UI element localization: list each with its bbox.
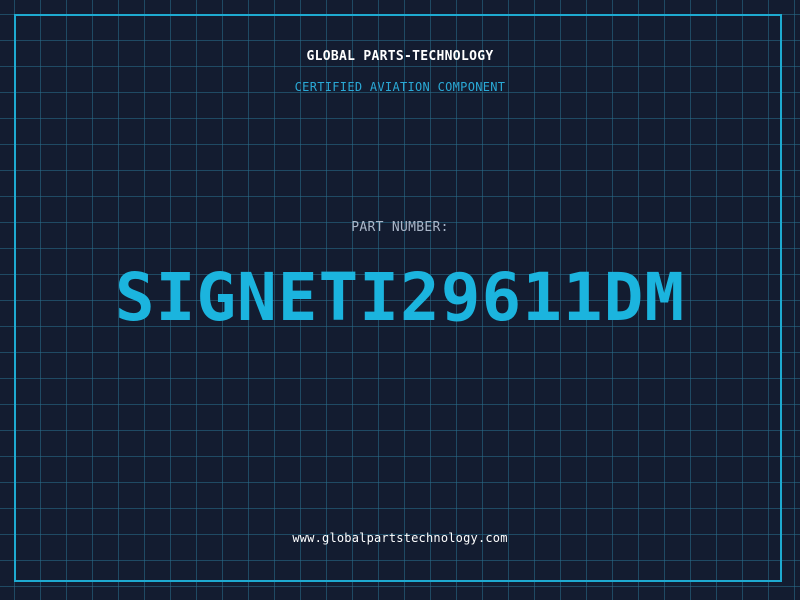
certification-subtitle: CERTIFIED AVIATION COMPONENT — [294, 80, 506, 94]
part-number-label: PART NUMBER: — [351, 220, 449, 235]
part-number-value: SIGNETI29611DM — [114, 259, 686, 336]
certificate-page: GLOBAL PARTS-TECHNOLOGY CERTIFIED AVIATI… — [0, 0, 800, 600]
website-url: www.globalpartstechnology.com — [292, 531, 508, 545]
company-name: GLOBAL PARTS-TECHNOLOGY — [306, 49, 494, 64]
